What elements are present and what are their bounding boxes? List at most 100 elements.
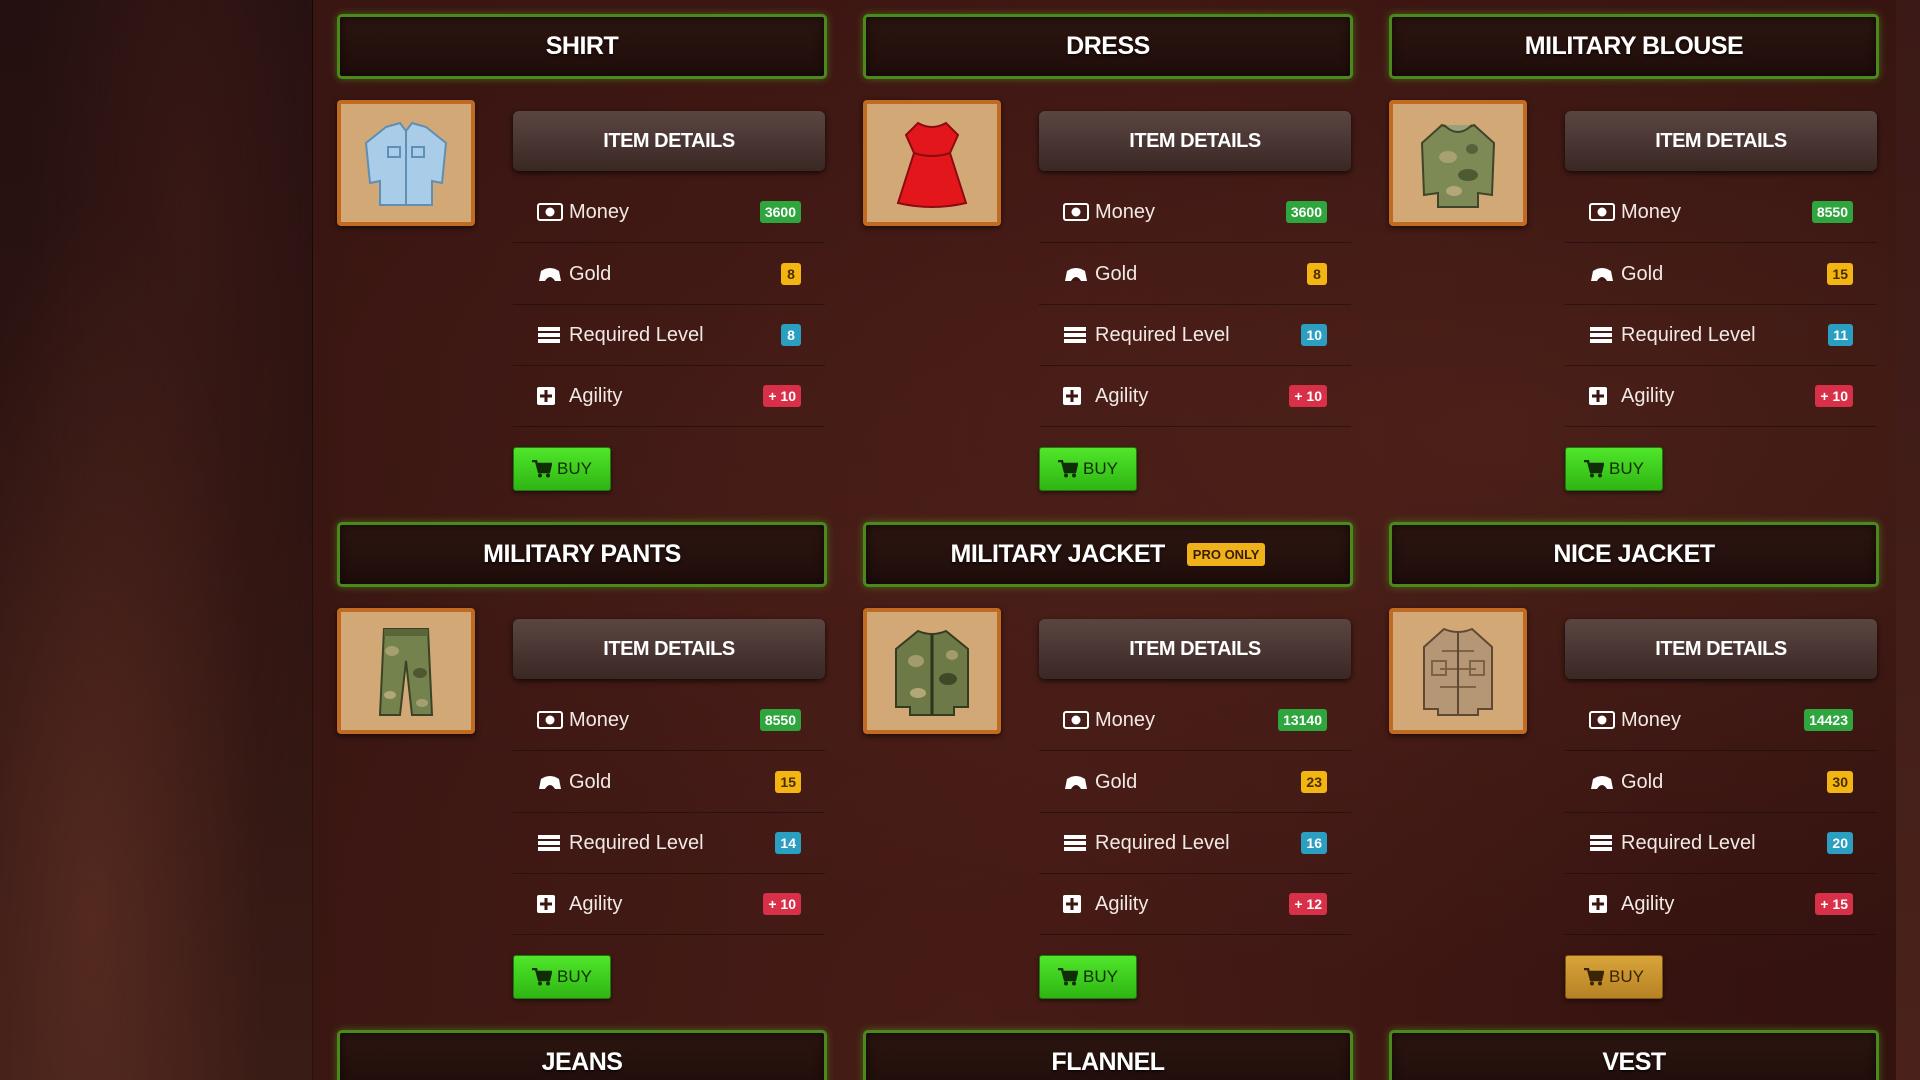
gold-row: Gold 23 bbox=[1039, 752, 1351, 813]
cart-icon bbox=[1584, 460, 1604, 478]
money-label: Money bbox=[1621, 200, 1682, 223]
agility-row: Agility + 10 bbox=[513, 874, 825, 935]
item-title: NICE JACKET bbox=[1553, 540, 1715, 568]
buy-label: BUY bbox=[1083, 459, 1118, 478]
money-icon bbox=[1589, 202, 1615, 222]
required-level-row: Required Level 16 bbox=[1039, 813, 1351, 874]
gold-icon bbox=[537, 772, 563, 792]
money-value: 3600 bbox=[759, 201, 801, 223]
item-card-vest: VEST bbox=[1389, 1030, 1879, 1080]
item-title: SHIRT bbox=[545, 32, 619, 60]
shirt-icon bbox=[337, 100, 475, 226]
money-icon bbox=[1063, 710, 1089, 730]
item-details-header: ITEM DETAILS bbox=[513, 111, 825, 171]
item-title-bar: MILITARY JACKET PRO ONLY bbox=[863, 522, 1353, 587]
agility-value: + 12 bbox=[1289, 893, 1327, 915]
level-icon bbox=[1589, 325, 1615, 345]
level-icon bbox=[537, 325, 563, 345]
agility-row: Agility + 10 bbox=[513, 366, 825, 427]
item-details-header: ITEM DETAILS bbox=[1039, 111, 1351, 171]
item-title-bar: MILITARY BLOUSE bbox=[1389, 14, 1879, 79]
buy-button-disabled[interactable]: BUY bbox=[1565, 955, 1663, 999]
money-label: Money bbox=[1621, 708, 1682, 731]
money-label: Money bbox=[569, 200, 630, 223]
cart-icon bbox=[1058, 460, 1078, 478]
gold-label: Gold bbox=[1095, 262, 1138, 285]
money-row: Money 14423 bbox=[1565, 690, 1877, 751]
required-level-row: Required Level 10 bbox=[1039, 305, 1351, 366]
level-icon bbox=[1063, 325, 1089, 345]
gold-row: Gold 15 bbox=[1565, 244, 1877, 305]
plus-icon bbox=[1589, 386, 1615, 406]
plus-icon bbox=[1589, 894, 1615, 914]
money-row: Money 8550 bbox=[1565, 182, 1877, 243]
gold-value: 30 bbox=[1827, 771, 1853, 793]
plus-icon bbox=[537, 386, 563, 406]
agility-value: + 15 bbox=[1815, 893, 1853, 915]
level-icon bbox=[1063, 833, 1089, 853]
money-row: Money 8550 bbox=[513, 690, 825, 751]
money-icon bbox=[1063, 202, 1089, 222]
dress-icon bbox=[863, 100, 1001, 226]
agility-label: Agility bbox=[1621, 384, 1675, 407]
gold-value: 15 bbox=[1827, 263, 1853, 285]
buy-label: BUY bbox=[1609, 459, 1644, 478]
agility-row: Agility + 12 bbox=[1039, 874, 1351, 935]
military-pants-icon bbox=[337, 608, 475, 734]
required-level-label: Required Level bbox=[1095, 831, 1230, 854]
gold-label: Gold bbox=[1621, 770, 1664, 793]
item-title: MILITARY BLOUSE bbox=[1524, 32, 1744, 60]
item-title-bar: VEST bbox=[1389, 1030, 1879, 1080]
shop-page: SHIRT ITEM DETAILS Money 3600 Gold 8 Req… bbox=[0, 0, 1920, 1080]
buy-label: BUY bbox=[1083, 967, 1118, 986]
gold-row: Gold 30 bbox=[1565, 752, 1877, 813]
item-details-header: ITEM DETAILS bbox=[513, 619, 825, 679]
money-row: Money 13140 bbox=[1039, 690, 1351, 751]
item-card-shirt: SHIRT ITEM DETAILS Money 3600 Gold 8 Req… bbox=[337, 14, 827, 514]
gold-icon bbox=[1589, 264, 1615, 284]
gold-label: Gold bbox=[1621, 262, 1664, 285]
item-title-bar: SHIRT bbox=[337, 14, 827, 79]
gold-row: Gold 8 bbox=[1039, 244, 1351, 305]
agility-value: + 10 bbox=[1815, 385, 1853, 407]
agility-label: Agility bbox=[1621, 892, 1675, 915]
item-title: DRESS bbox=[1066, 32, 1150, 60]
gold-value: 8 bbox=[781, 263, 801, 285]
item-card-jeans: JEANS bbox=[337, 1030, 827, 1080]
nice-jacket-icon bbox=[1389, 608, 1527, 734]
required-level-value: 11 bbox=[1828, 324, 1853, 346]
agility-value: + 10 bbox=[763, 385, 801, 407]
buy-button[interactable]: BUY bbox=[513, 955, 611, 999]
money-icon bbox=[537, 202, 563, 222]
cart-icon bbox=[532, 460, 552, 478]
buy-button[interactable]: BUY bbox=[1039, 955, 1137, 999]
gold-label: Gold bbox=[1095, 770, 1138, 793]
agility-label: Agility bbox=[569, 892, 623, 915]
required-level-row: Required Level 14 bbox=[513, 813, 825, 874]
buy-button[interactable]: BUY bbox=[513, 447, 611, 491]
required-level-label: Required Level bbox=[569, 831, 704, 854]
item-card-military-pants: MILITARY PANTS ITEM DETAILS Money 8550 G… bbox=[337, 522, 827, 1022]
item-title-bar: NICE JACKET bbox=[1389, 522, 1879, 587]
item-title-bar: DRESS bbox=[863, 14, 1353, 79]
required-level-row: Required Level 11 bbox=[1565, 305, 1877, 366]
item-details-header: ITEM DETAILS bbox=[1565, 111, 1877, 171]
gold-icon bbox=[1063, 264, 1089, 284]
buy-button[interactable]: BUY bbox=[1039, 447, 1137, 491]
buy-button[interactable]: BUY bbox=[1565, 447, 1663, 491]
agility-label: Agility bbox=[1095, 384, 1149, 407]
required-level-row: Required Level 8 bbox=[513, 305, 825, 366]
money-value: 14423 bbox=[1804, 709, 1853, 731]
item-title: JEANS bbox=[541, 1048, 623, 1076]
required-level-label: Required Level bbox=[1621, 831, 1756, 854]
scroll-edge[interactable] bbox=[1896, 0, 1920, 1080]
required-level-value: 10 bbox=[1301, 324, 1327, 346]
gold-icon bbox=[1063, 772, 1089, 792]
item-card-dress: DRESS ITEM DETAILS Money 3600 Gold 8 Req… bbox=[863, 14, 1353, 514]
money-value: 3600 bbox=[1285, 201, 1327, 223]
item-title: MILITARY JACKET bbox=[950, 540, 1166, 568]
required-level-label: Required Level bbox=[1095, 323, 1230, 346]
money-label: Money bbox=[1095, 708, 1156, 731]
plus-icon bbox=[1063, 386, 1089, 406]
left-side-panel bbox=[0, 0, 313, 1080]
